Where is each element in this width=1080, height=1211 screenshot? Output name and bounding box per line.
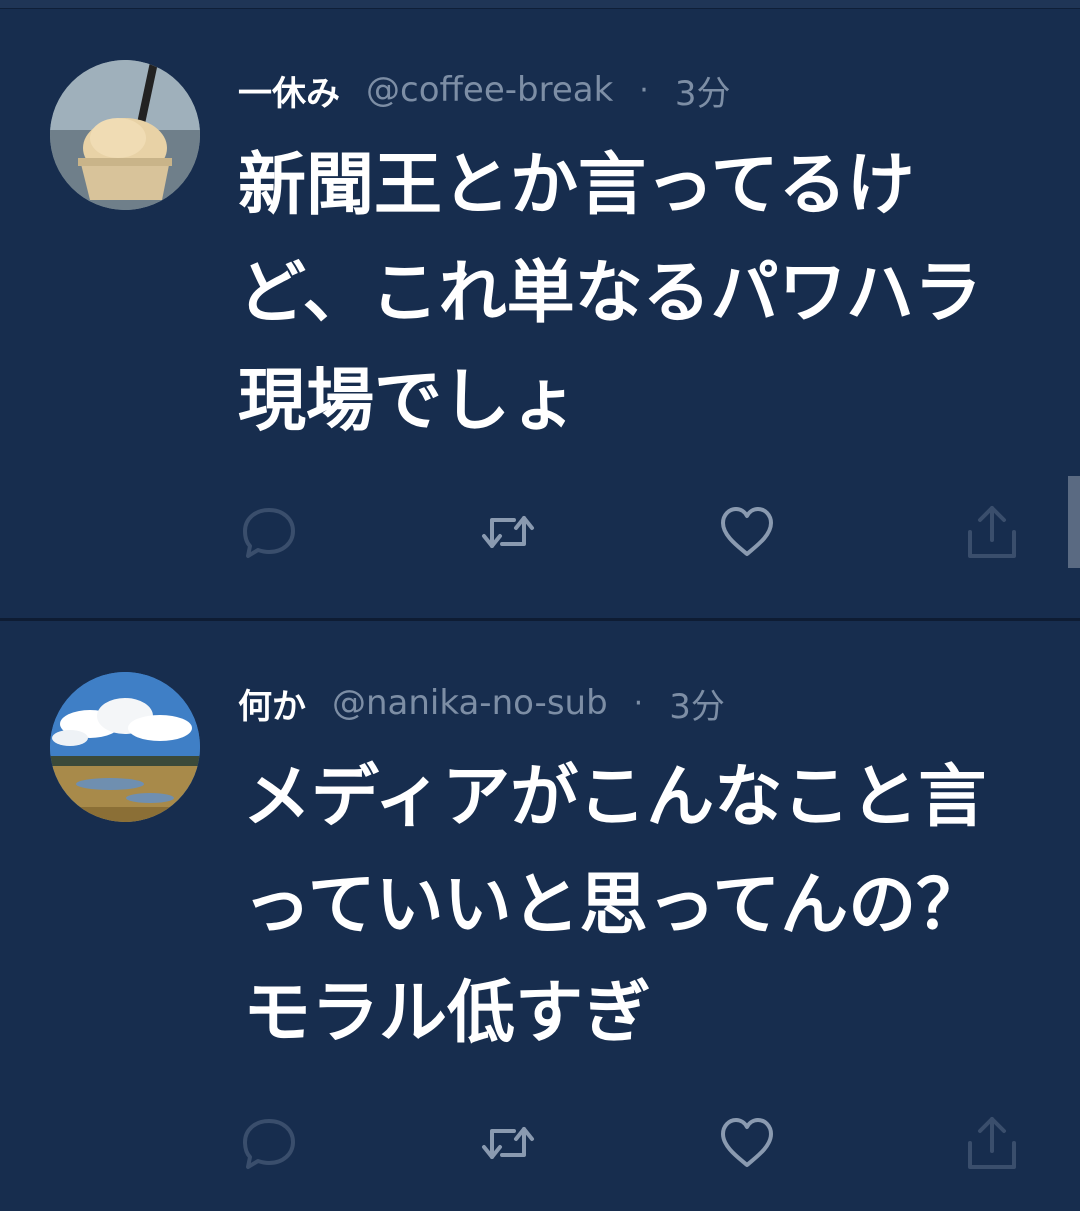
top-divider	[0, 0, 1080, 9]
like-icon	[721, 1118, 773, 1167]
retweet-button[interactable]	[473, 1108, 543, 1178]
tweet-header: 一休み @coffee-break · 3分	[238, 60, 730, 120]
tweet-text: 新聞王とか言ってるけ ど、これ単なるパワハラ 現場でしょ	[238, 146, 982, 441]
like-button[interactable]	[712, 1108, 782, 1178]
tweet-actions	[0, 497, 1080, 567]
reply-button[interactable]	[234, 1108, 304, 1178]
share-icon	[968, 506, 1016, 558]
reply-icon	[243, 1119, 295, 1169]
share-button[interactable]	[957, 497, 1027, 567]
avatar[interactable]	[50, 672, 200, 822]
scrollbar[interactable]	[1068, 476, 1080, 568]
timestamp[interactable]: 3分	[669, 679, 725, 728]
retweet-icon	[482, 1127, 534, 1159]
display-name[interactable]: 何か	[238, 679, 306, 728]
tweet[interactable]: 一休み @coffee-break · 3分 新聞王とか言ってるけ ど、これ単な…	[0, 9, 1080, 618]
reply-icon	[243, 508, 295, 558]
share-icon	[968, 1117, 1016, 1169]
user-handle[interactable]: @coffee-break	[366, 70, 613, 110]
share-button[interactable]	[957, 1108, 1027, 1178]
tweet-header: 何か @nanika-no-sub · 3分	[238, 673, 725, 733]
tweet-text: メディアがこんなこと言 っていいと思ってんの？ モラル低すぎ	[243, 758, 987, 1053]
retweet-icon	[482, 516, 534, 548]
avatar[interactable]	[50, 60, 200, 210]
display-name[interactable]: 一休み	[238, 66, 340, 115]
separator-dot: ·	[633, 685, 644, 721]
like-icon	[721, 507, 773, 556]
reply-button[interactable]	[234, 497, 304, 567]
timestamp[interactable]: 3分	[675, 66, 731, 115]
tweet-actions	[0, 1108, 1080, 1178]
retweet-button[interactable]	[473, 497, 543, 567]
tweet[interactable]: 何か @nanika-no-sub · 3分 メディアがこんなこと言 っていいと…	[0, 621, 1080, 1211]
separator-dot: ·	[639, 72, 649, 108]
user-handle[interactable]: @nanika-no-sub	[332, 683, 608, 723]
like-button[interactable]	[712, 497, 782, 567]
